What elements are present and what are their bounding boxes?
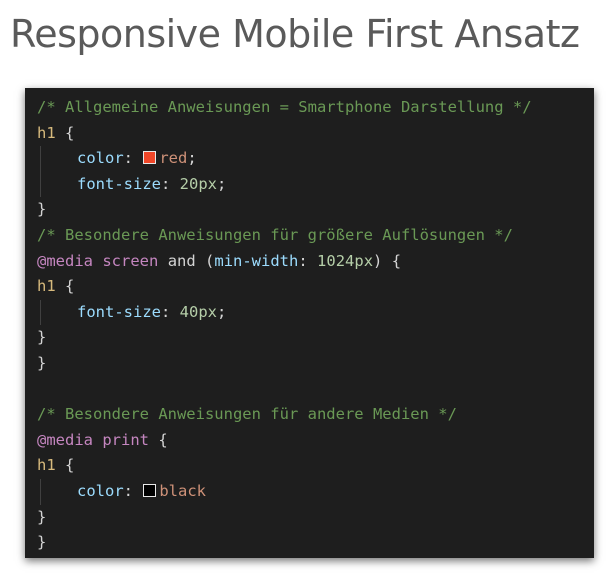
code-line-close-media: } bbox=[25, 530, 594, 556]
css-comment: /* Besondere Anweisungen für andere Medi… bbox=[37, 405, 457, 424]
slide: Responsive Mobile First Ansatz /* Allgem… bbox=[0, 0, 610, 578]
code-line-comment-3: /* Besondere Anweisungen für andere Medi… bbox=[25, 402, 594, 428]
code-line-close: } bbox=[25, 505, 594, 531]
media-and: and bbox=[167, 251, 196, 270]
css-value: 40px bbox=[179, 302, 217, 321]
close-brace: } bbox=[37, 353, 47, 372]
code-line-h1-open: h1 { bbox=[25, 121, 594, 147]
media-type: print bbox=[102, 430, 150, 449]
at-rule-keyword: @media bbox=[37, 251, 93, 270]
media-type: screen bbox=[102, 251, 159, 270]
css-value: red bbox=[159, 149, 188, 168]
code-block: /* Allgemeine Anweisungen = Smartphone D… bbox=[25, 95, 594, 556]
close-brace: } bbox=[37, 200, 47, 219]
css-comment: /* Besondere Anweisungen für größere Auf… bbox=[37, 225, 513, 244]
close-brace: } bbox=[37, 507, 47, 526]
css-selector: h1 bbox=[37, 456, 56, 475]
indent-guide bbox=[40, 478, 41, 505]
code-editor-panel: /* Allgemeine Anweisungen = Smartphone D… bbox=[25, 88, 594, 558]
code-line-h1-open: h1 { bbox=[37, 277, 75, 296]
close-brace: } bbox=[37, 533, 47, 552]
code-line-font-size-20: font-size: 20px; bbox=[25, 171, 594, 198]
css-value: black bbox=[159, 481, 207, 500]
code-line-comment-1: /* Allgemeine Anweisungen = Smartphone D… bbox=[25, 95, 594, 121]
code-line-close: } bbox=[25, 325, 594, 351]
code-line-color-red: color: red; bbox=[25, 146, 594, 172]
css-comment: /* Allgemeine Anweisungen = Smartphone D… bbox=[37, 98, 532, 116]
css-property: font-size bbox=[77, 174, 161, 193]
media-feature-value: 1024px bbox=[317, 251, 374, 270]
code-line-media-screen: @media screen and (min-width: 1024px) { bbox=[37, 251, 402, 270]
css-selector: h1 bbox=[37, 277, 56, 296]
css-property: font-size bbox=[77, 302, 161, 321]
slide-title: Responsive Mobile First Ansatz bbox=[10, 12, 580, 56]
color-swatch-icon[interactable] bbox=[143, 483, 157, 497]
code-line-h1-open: h1 { bbox=[37, 456, 75, 475]
code-line-comment-2: /* Besondere Anweisungen für größere Auf… bbox=[25, 223, 594, 249]
css-property: color bbox=[77, 481, 124, 500]
indent-guide bbox=[40, 146, 41, 172]
media-feature: min-width bbox=[214, 251, 299, 270]
code-line-color-black: color: black bbox=[25, 478, 594, 505]
indent-guide bbox=[40, 299, 41, 326]
at-rule-keyword: @media bbox=[37, 430, 93, 449]
css-property: color bbox=[77, 149, 124, 168]
css-selector: h1 bbox=[37, 123, 56, 142]
code-line-close: } bbox=[25, 197, 594, 223]
code-line-media-print: @media print { bbox=[37, 430, 168, 449]
code-line-close-media: } bbox=[25, 351, 594, 377]
open-brace: { bbox=[55, 123, 75, 142]
indent-guide bbox=[40, 171, 41, 198]
close-brace: } bbox=[37, 328, 47, 347]
code-line-font-size-40: font-size: 40px; bbox=[25, 299, 594, 326]
color-swatch-icon[interactable] bbox=[143, 151, 157, 165]
css-value: 20px bbox=[179, 174, 217, 193]
